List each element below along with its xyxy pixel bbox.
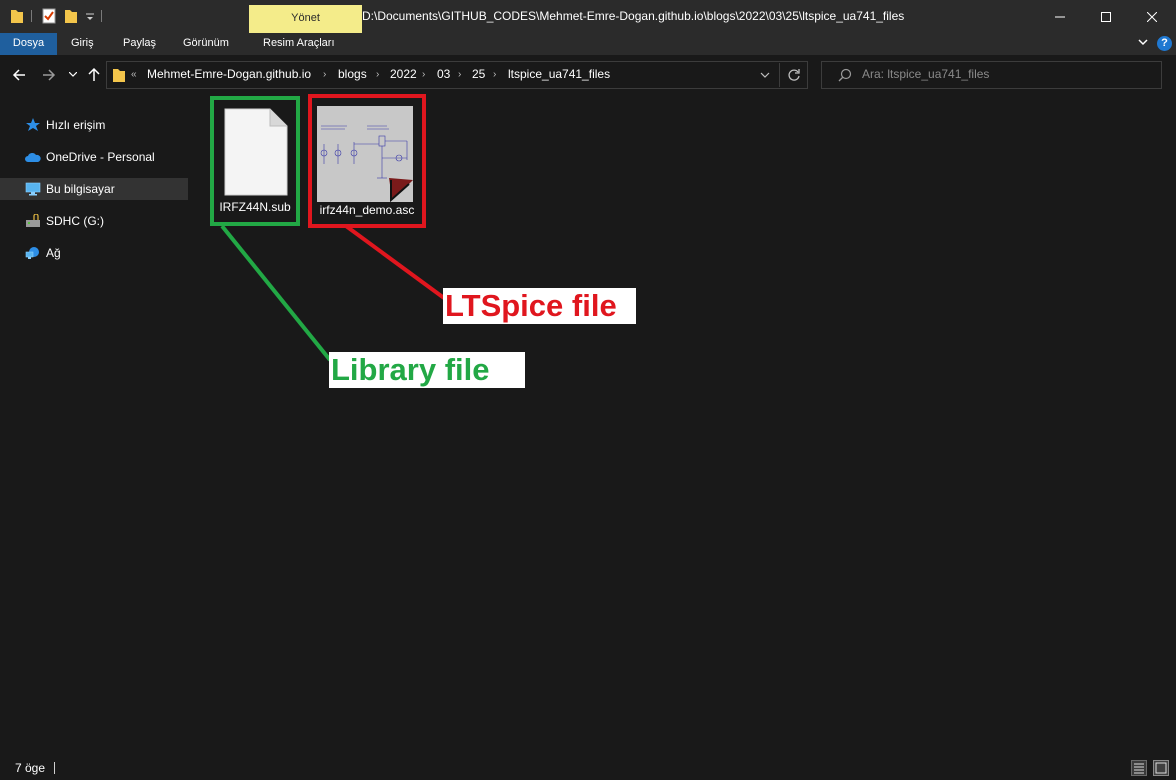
library-highlight-box: [210, 96, 300, 226]
chevron-right-icon[interactable]: ›: [422, 61, 425, 89]
details-view-button[interactable]: [1131, 760, 1147, 776]
chevron-right-icon[interactable]: ›: [376, 61, 379, 89]
sidebar-item-label: OneDrive - Personal: [46, 150, 155, 164]
search-placeholder: Ara: ltspice_ua741_files: [862, 67, 990, 81]
breadcrumb-overflow[interactable]: «: [131, 61, 137, 89]
navigation-pane: [0, 103, 190, 757]
search-icon: [838, 68, 852, 82]
maximize-button[interactable]: [1083, 0, 1129, 33]
breadcrumb-item[interactable]: Mehmet-Emre-Dogan.github.io: [147, 61, 311, 89]
help-icon[interactable]: ?: [1157, 36, 1172, 51]
item-count: 7 öge: [15, 761, 46, 775]
window-title: D:\Documents\GITHUB_CODES\Mehmet-Emre-Do…: [362, 9, 905, 23]
sidebar-item-label: Ağ: [46, 246, 61, 260]
up-icon[interactable]: [87, 67, 101, 82]
chevron-right-icon[interactable]: ›: [323, 61, 326, 89]
large-icons-view-icon: [1155, 762, 1167, 774]
tab-paylas[interactable]: Paylaş: [123, 33, 156, 55]
sidebar-item-sdhc[interactable]: SDHC (G:): [0, 210, 188, 232]
back-icon[interactable]: [12, 68, 26, 82]
breadcrumb-item[interactable]: 2022: [390, 61, 417, 89]
sidebar-item-label: SDHC (G:): [46, 214, 104, 228]
tab-gorunum[interactable]: Görünüm: [183, 33, 229, 55]
vertical-scrollbar[interactable]: [1159, 95, 1176, 757]
cloud-icon: [25, 152, 41, 162]
properties-icon[interactable]: [42, 8, 56, 24]
maximize-icon: [1101, 11, 1111, 22]
network-icon: [25, 247, 39, 259]
toolbar-divider: [101, 10, 102, 22]
sidebar-item-this-pc[interactable]: Bu bilgisayar: [0, 178, 188, 200]
forward-icon[interactable]: [42, 68, 56, 82]
sidebar-item-label: Hızlı erişim: [46, 118, 106, 132]
details-view-icon: [1134, 763, 1144, 774]
tab-resim-araclari[interactable]: Resim Araçları: [263, 33, 335, 55]
star-icon: [26, 118, 40, 131]
library-leader-line: [220, 224, 332, 362]
chevron-down-icon[interactable]: [760, 72, 770, 78]
folder-icon: [113, 69, 125, 82]
close-button[interactable]: [1129, 0, 1175, 33]
breadcrumb-item[interactable]: 25: [472, 61, 485, 89]
breadcrumb-item[interactable]: 03: [437, 61, 450, 89]
address-divider: [779, 63, 780, 87]
customize-toolbar-icon[interactable]: [85, 12, 95, 22]
ltspice-highlight-box: [308, 94, 426, 228]
breadcrumb-item[interactable]: blogs: [338, 61, 367, 89]
close-icon: [1147, 11, 1157, 22]
expand-ribbon-icon[interactable]: [1138, 39, 1148, 47]
minimize-icon: [1055, 16, 1065, 17]
breadcrumb-item[interactable]: ltspice_ua741_files: [508, 61, 610, 89]
sidebar-item-onedrive[interactable]: OneDrive - Personal: [0, 146, 188, 168]
ltspice-file-annotation: LTSpice file: [443, 288, 636, 324]
minimize-button[interactable]: [1037, 0, 1083, 33]
toolbar-divider: [31, 10, 32, 22]
refresh-icon[interactable]: [787, 68, 801, 82]
sidebar-item-quick-access[interactable]: Hızlı erişim: [0, 114, 188, 136]
tab-giris[interactable]: Giriş: [71, 33, 94, 55]
recent-locations-icon[interactable]: [69, 72, 77, 78]
new-folder-icon[interactable]: [64, 8, 78, 24]
drive-icon: [26, 214, 40, 227]
chevron-right-icon[interactable]: ›: [458, 61, 461, 89]
tab-dosya[interactable]: Dosya: [0, 33, 57, 55]
library-file-annotation: Library file: [329, 352, 525, 388]
status-divider: [54, 762, 55, 774]
large-icons-view-button[interactable]: [1153, 760, 1169, 776]
sidebar-item-label: Bu bilgisayar: [46, 182, 115, 196]
manage-tab[interactable]: Yönet: [249, 5, 362, 33]
ltspice-leader-line: [344, 224, 446, 300]
chevron-right-icon[interactable]: ›: [493, 61, 496, 89]
sidebar-item-network[interactable]: Ağ: [0, 242, 188, 264]
computer-icon: [25, 182, 41, 196]
annotation-leader-lines: [220, 224, 446, 362]
ribbon-bar: [0, 33, 1176, 55]
folder-icon[interactable]: [10, 8, 24, 24]
status-bar: [0, 757, 1176, 780]
